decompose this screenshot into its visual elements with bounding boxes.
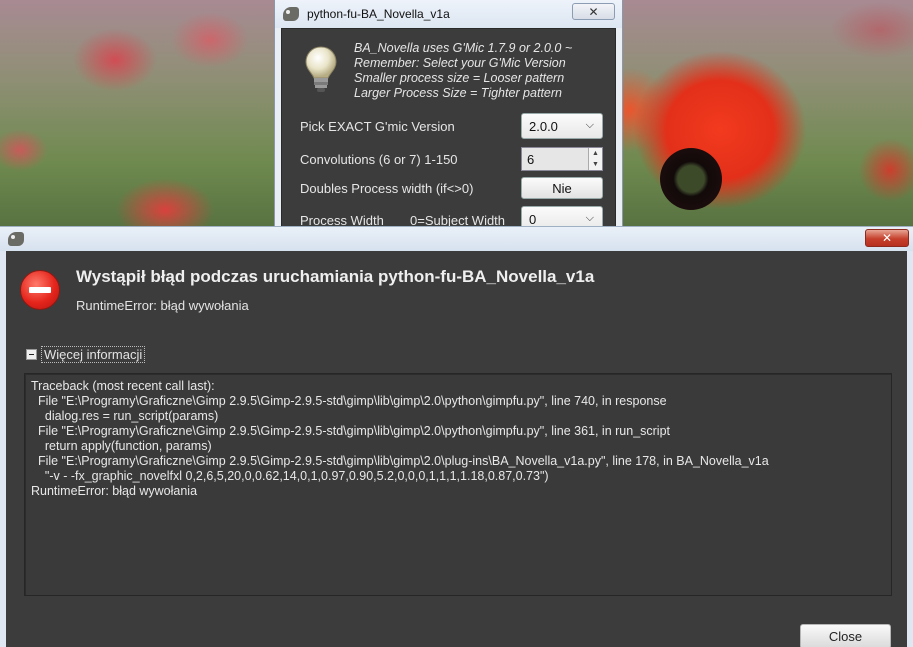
convolutions-label: Convolutions (6 or 7) 1-150 [300, 152, 458, 167]
spin-arrows-icon[interactable]: ▲ ▼ [588, 148, 602, 170]
doubles-toggle-button[interactable]: Nie [521, 177, 603, 199]
more-info-expander[interactable]: Więcej informacji [26, 346, 146, 363]
gimp-wilber-icon [8, 232, 24, 246]
chevron-down-icon: ⌵ [585, 119, 594, 131]
error-title: Wystąpił błąd podczas uruchamiania pytho… [76, 267, 595, 286]
lightbulb-icon [305, 46, 337, 92]
error-message: RuntimeError: błąd wywołania [76, 298, 249, 313]
plugin-dialog-window: python-fu-BA_Novella_v1a ✕ BA_Novella us… [274, 0, 623, 232]
collapse-minus-icon[interactable] [26, 349, 37, 360]
traceback-text[interactable]: Traceback (most recent call last): File … [24, 373, 892, 596]
plugin-titlebar[interactable]: python-fu-BA_Novella_v1a [275, 0, 622, 28]
gimp-wilber-icon [283, 7, 299, 21]
error-dialog-window: ✕ Wystąpił błąd podczas uruchamiania pyt… [0, 226, 913, 647]
error-stop-icon [20, 270, 60, 310]
more-info-label[interactable]: Więcej informacji [41, 346, 146, 363]
info-line: Smaller process size = Looser pattern [354, 71, 565, 85]
doubles-label: Doubles Process width (if<>0) [300, 181, 474, 196]
plugin-dialog-body: BA_Novella uses G'Mic 1.7.9 or 2.0.0 ~ R… [281, 28, 616, 232]
gmic-version-value: 2.0.0 [529, 118, 558, 134]
info-line: Remember: Select your G'Mic Version [354, 56, 566, 70]
poppy-flower [660, 148, 722, 210]
gmic-version-label: Pick EXACT G'mic Version [300, 119, 455, 134]
error-window-close-button[interactable]: ✕ [865, 229, 909, 247]
convolutions-value: 6 [527, 151, 535, 167]
info-line: Larger Process Size = Tighter pattern [354, 86, 562, 100]
plugin-window-title: python-fu-BA_Novella_v1a [307, 7, 450, 21]
plugin-info-text: BA_Novella uses G'Mic 1.7.9 or 2.0.0 ~ R… [354, 41, 572, 101]
info-line: BA_Novella uses G'Mic 1.7.9 or 2.0.0 ~ [354, 41, 573, 55]
gmic-version-dropdown[interactable]: 2.0.0 ⌵ [521, 113, 603, 139]
chevron-down-icon: ⌵ [585, 212, 594, 224]
error-dialog-body: Wystąpił błąd podczas uruchamiania pytho… [6, 251, 907, 647]
plugin-close-button[interactable]: ✕ [572, 3, 615, 20]
process-width-value: 0 [529, 211, 537, 227]
error-titlebar[interactable] [0, 227, 913, 251]
convolutions-spinbox[interactable]: 6 ▲ ▼ [521, 147, 603, 171]
close-button[interactable]: Close [800, 624, 891, 647]
